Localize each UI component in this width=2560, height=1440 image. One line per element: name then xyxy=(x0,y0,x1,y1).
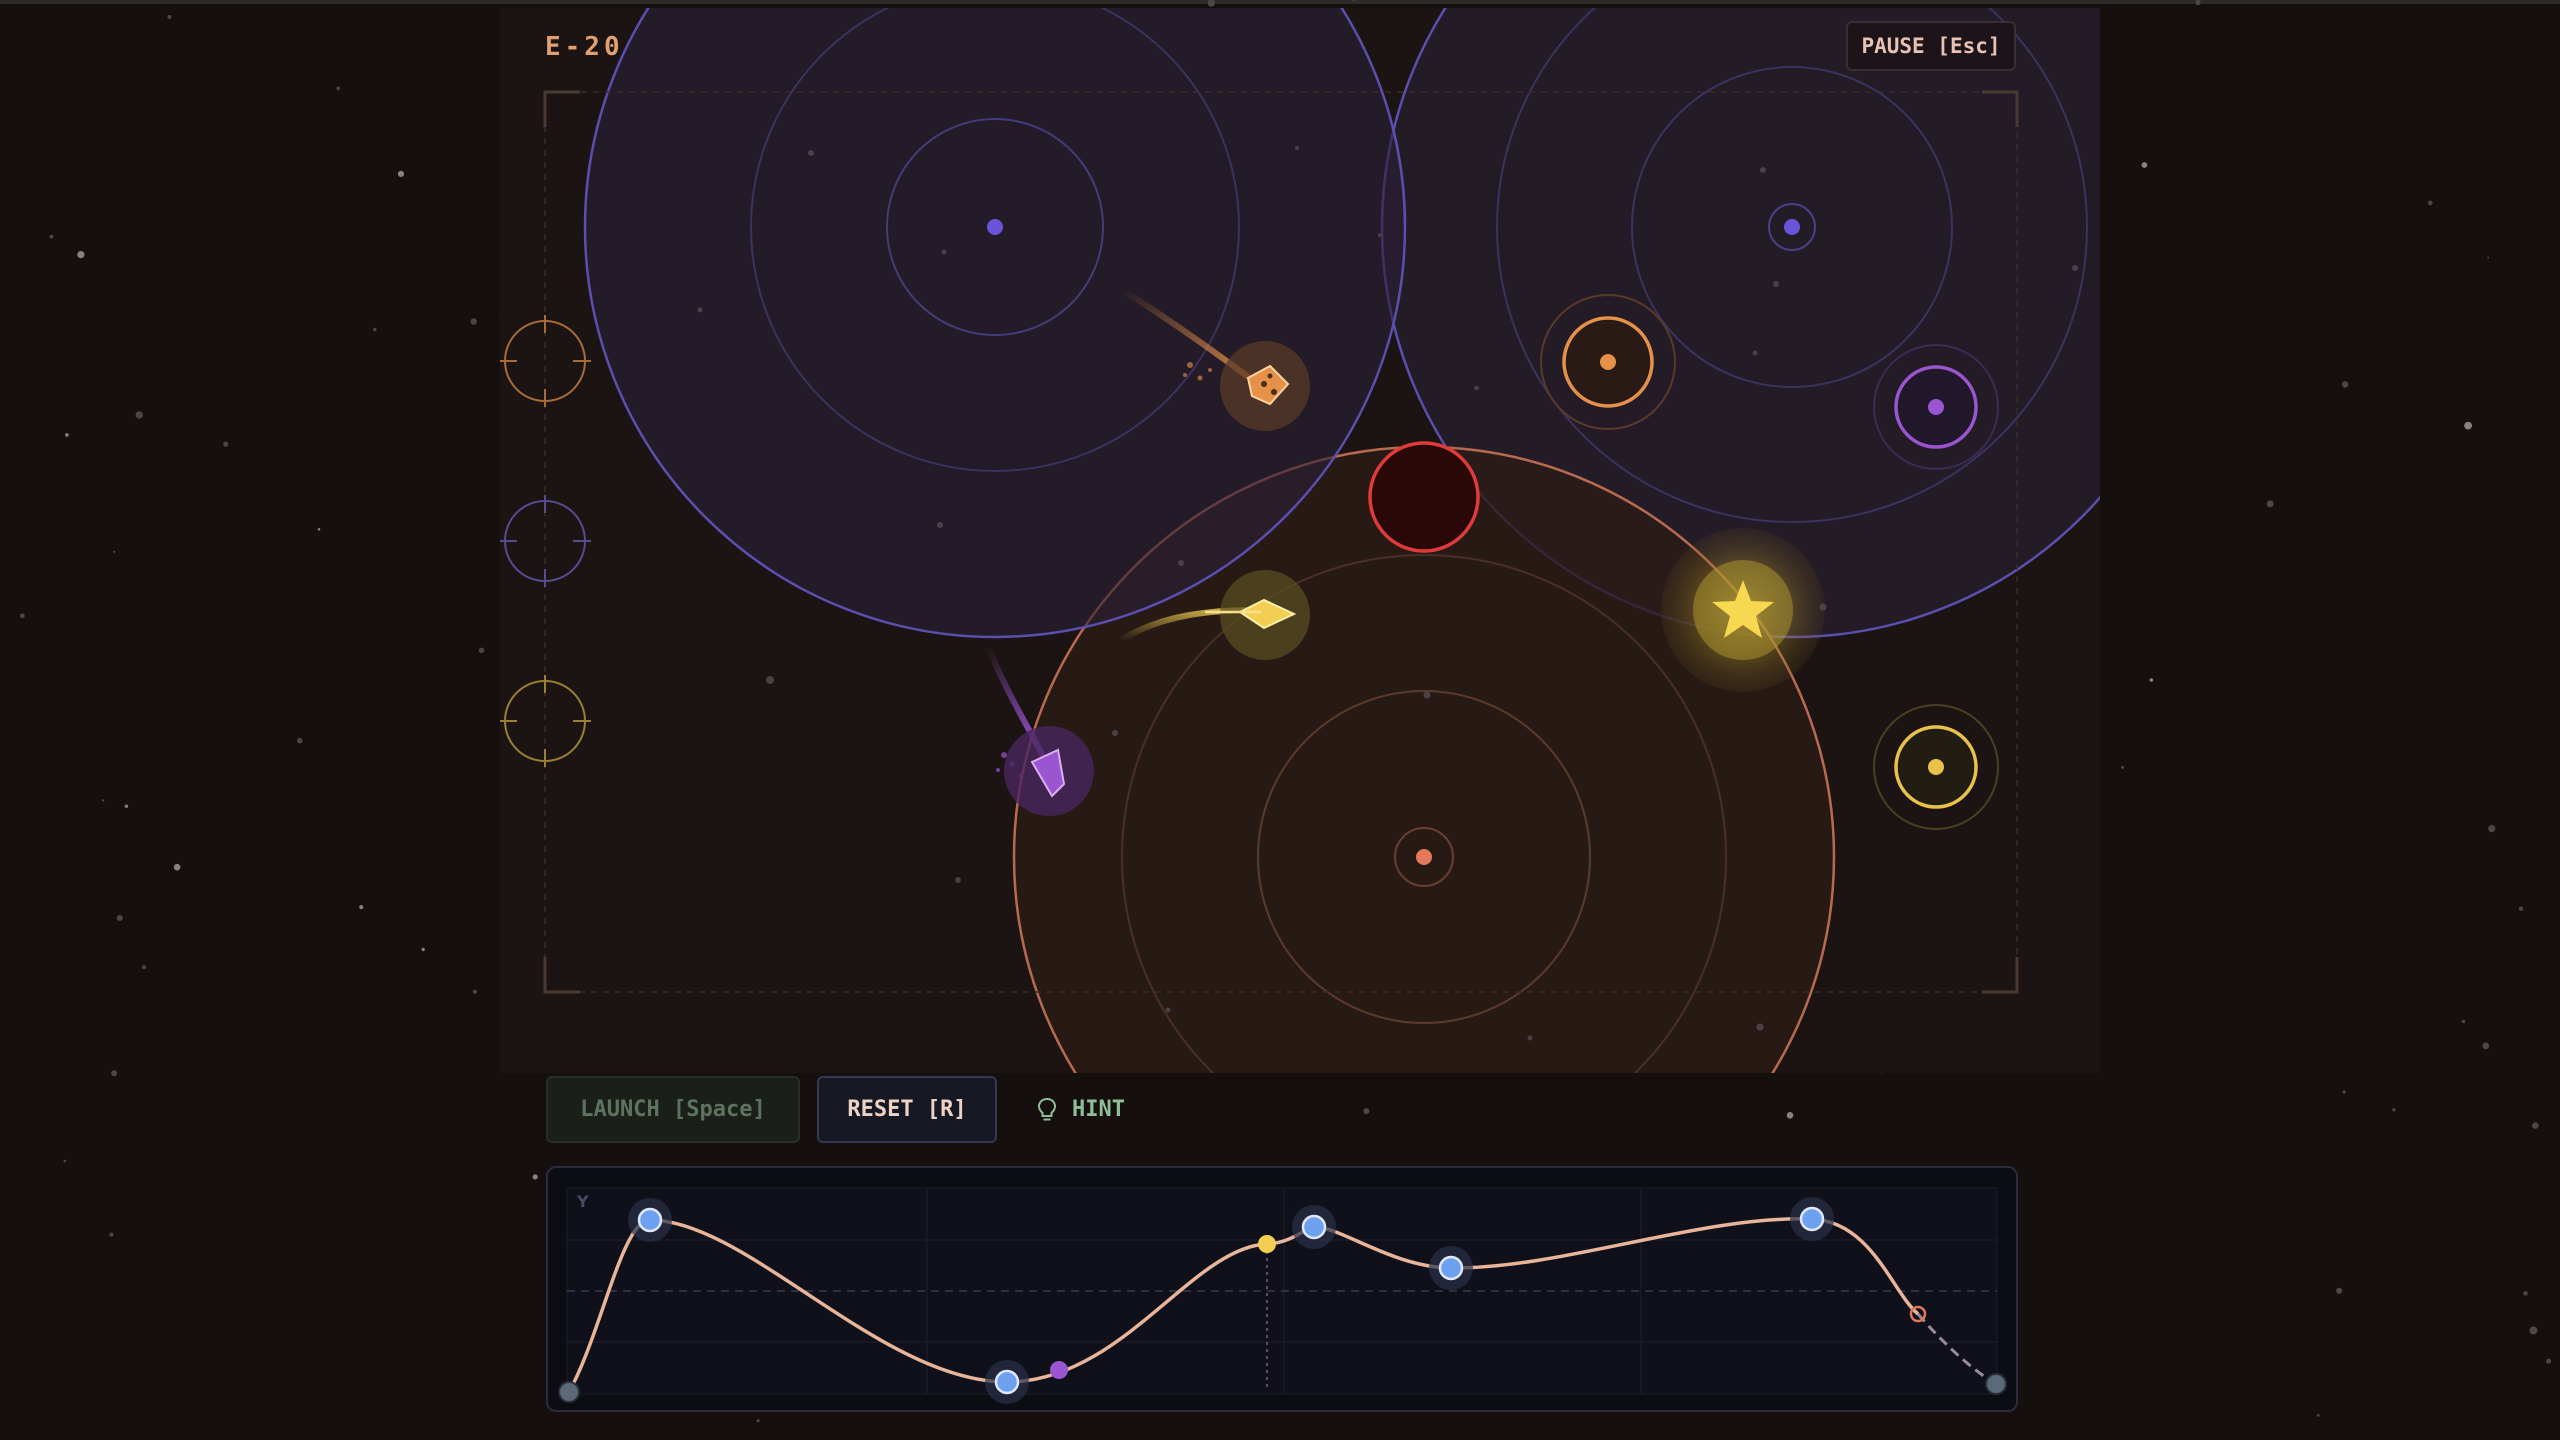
game-screen: E-20 PAUSE [Esc] LAUNCH [Space] RESET [R… xyxy=(0,0,2560,1440)
background-star xyxy=(111,1070,118,1077)
star-collectible xyxy=(1661,528,1825,692)
background-star xyxy=(2487,256,2490,259)
graph-node[interactable] xyxy=(628,1198,672,1242)
background-star xyxy=(2428,200,2433,206)
background-star xyxy=(2546,1358,2552,1364)
graph-marker-yellow xyxy=(1258,1235,1276,1253)
background-star xyxy=(223,441,229,447)
background-star xyxy=(1363,1108,1370,1115)
background-star xyxy=(2266,500,2274,508)
launcher-yellow[interactable] xyxy=(500,675,591,767)
background-star xyxy=(470,318,477,325)
graph-node[interactable] xyxy=(985,1360,1029,1404)
background-star xyxy=(116,915,123,921)
background-star xyxy=(49,234,54,239)
background-star xyxy=(2342,1090,2346,1094)
background-star xyxy=(2149,678,2154,682)
background-star xyxy=(1207,0,1215,7)
playfield[interactable] xyxy=(500,8,2100,1073)
background-star xyxy=(2141,162,2148,168)
background-star xyxy=(135,411,143,419)
background-star xyxy=(478,647,485,653)
background-star xyxy=(1352,0,1355,2)
background-star xyxy=(2121,765,2124,769)
background-star xyxy=(124,804,129,808)
background-star xyxy=(113,550,116,554)
hint-button[interactable]: HINT xyxy=(1036,1076,1176,1143)
background-star xyxy=(2518,906,2524,911)
background-star xyxy=(2488,825,2496,833)
background-star xyxy=(77,251,85,259)
background-star xyxy=(336,86,341,91)
launcher-orange[interactable] xyxy=(500,315,591,407)
background-star xyxy=(167,15,172,19)
hint-label: HINT xyxy=(1072,1097,1125,1122)
background-star xyxy=(373,327,377,332)
background-star xyxy=(2482,1042,2490,1050)
background-star xyxy=(472,989,477,994)
background-star xyxy=(142,965,147,970)
background-star xyxy=(2341,381,2349,388)
background-star xyxy=(2392,1108,2396,1112)
graph-node[interactable] xyxy=(1429,1246,1473,1290)
launch-button[interactable]: LAUNCH [Space] xyxy=(546,1076,800,1143)
violet-planet-left xyxy=(987,219,1003,235)
background-star xyxy=(2316,1414,2320,1417)
trajectory-graph[interactable]: Y xyxy=(546,1166,2018,1412)
launcher-violet[interactable] xyxy=(500,495,591,587)
graph-marker-violet xyxy=(1050,1361,1068,1379)
background-star xyxy=(359,905,364,910)
background-star xyxy=(756,1419,760,1423)
background-star xyxy=(63,1159,67,1163)
graph-axis-label: Y xyxy=(576,1192,589,1211)
background-star xyxy=(1786,1112,1794,1119)
background-star xyxy=(20,613,25,619)
graph-node-start[interactable] xyxy=(558,1381,580,1403)
background-star xyxy=(2195,0,2201,6)
background-star xyxy=(2336,1287,2343,1294)
background-star xyxy=(2461,1019,2466,1024)
pause-button[interactable]: PAUSE [Esc] xyxy=(1846,21,2016,71)
background-star xyxy=(397,170,405,177)
background-star xyxy=(297,737,303,744)
graph-node[interactable] xyxy=(1790,1197,1834,1241)
background-star xyxy=(2532,1122,2539,1129)
lightbulb-icon xyxy=(1037,1097,1057,1120)
level-label: E-20 xyxy=(545,32,624,62)
background-star xyxy=(173,863,181,871)
reset-button[interactable]: RESET [R] xyxy=(817,1076,997,1143)
background-star xyxy=(317,528,321,531)
background-star xyxy=(65,433,69,437)
background-star xyxy=(421,947,425,952)
background-star xyxy=(109,1232,114,1237)
background-star xyxy=(2464,421,2473,430)
background-star xyxy=(532,1174,538,1180)
target-yellow xyxy=(1873,704,1999,830)
background-star xyxy=(2529,1326,2538,1335)
graph-node[interactable] xyxy=(1292,1205,1336,1249)
black-hole xyxy=(1368,441,1480,553)
background-star xyxy=(101,799,105,802)
background-star xyxy=(2523,1291,2528,1296)
graph-node-end[interactable] xyxy=(1985,1373,2007,1395)
